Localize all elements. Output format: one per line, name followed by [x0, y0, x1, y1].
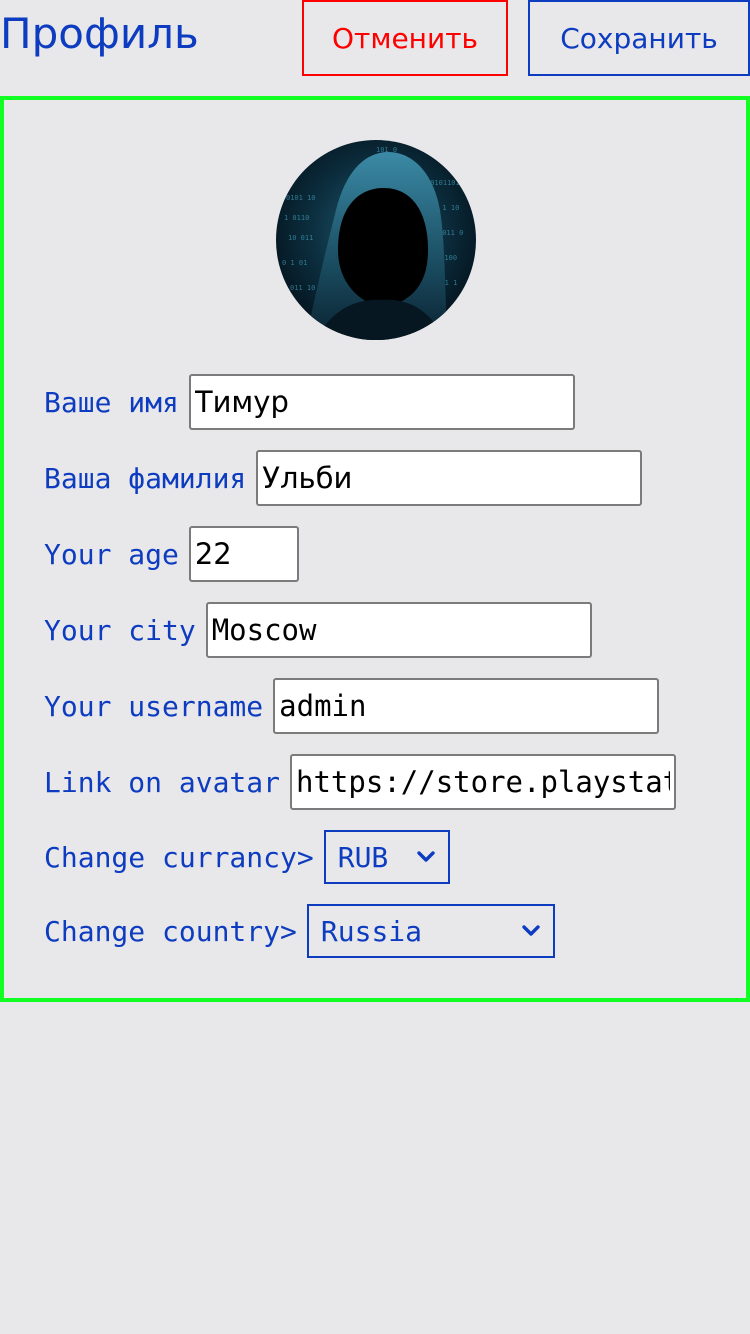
country-label: Change country>	[44, 914, 297, 948]
country-selected-value: Russia	[320, 914, 423, 948]
currency-row: Change currancy> RUB	[44, 829, 450, 885]
first-name-input[interactable]	[188, 374, 575, 430]
age-row: Your age	[44, 526, 299, 582]
country-row: Change country> Russia	[44, 903, 555, 959]
currency-selected-value: RUB	[337, 840, 389, 874]
svg-text:011 10: 011 10	[290, 284, 315, 292]
currency-select[interactable]: RUB	[323, 830, 450, 884]
city-input[interactable]	[205, 602, 592, 658]
svg-text:0101 10: 0101 10	[286, 194, 316, 202]
avatar-link-row: Link on avatar	[44, 754, 677, 810]
avatar-link-input[interactable]	[290, 754, 677, 810]
username-row: Your username	[44, 678, 660, 734]
avatar: 0101 10 1 0110 10 011 0 1 01 011 10 1010…	[276, 140, 476, 340]
currency-label: Change currancy>	[44, 840, 314, 874]
last-name-row: Ваша фамилия	[44, 450, 643, 506]
country-select[interactable]: Russia	[306, 904, 555, 958]
chevron-down-icon	[522, 925, 540, 936]
chevron-down-icon	[417, 851, 435, 862]
last-name-input[interactable]	[256, 450, 643, 506]
last-name-label: Ваша фамилия	[44, 461, 247, 495]
age-label: Your age	[44, 537, 179, 571]
username-input[interactable]	[273, 678, 660, 734]
first-name-label: Ваше имя	[44, 385, 179, 419]
username-label: Your username	[44, 689, 264, 723]
avatar-link-label: Link on avatar	[44, 765, 281, 799]
first-name-row: Ваше имя	[44, 374, 575, 430]
svg-text:10 011: 10 011	[288, 234, 313, 242]
city-row: Your city	[44, 602, 592, 658]
save-button[interactable]: Сохранить	[528, 0, 750, 76]
svg-text:1 0110: 1 0110	[284, 214, 309, 222]
avatar-image: 0101 10 1 0110 10 011 0 1 01 011 10 1010…	[276, 140, 476, 340]
svg-text:0 1 01: 0 1 01	[282, 259, 307, 267]
age-input[interactable]	[188, 526, 299, 582]
cancel-button[interactable]: Отменить	[302, 0, 508, 76]
city-label: Your city	[44, 613, 196, 647]
page-title: Профиль	[0, 9, 199, 58]
